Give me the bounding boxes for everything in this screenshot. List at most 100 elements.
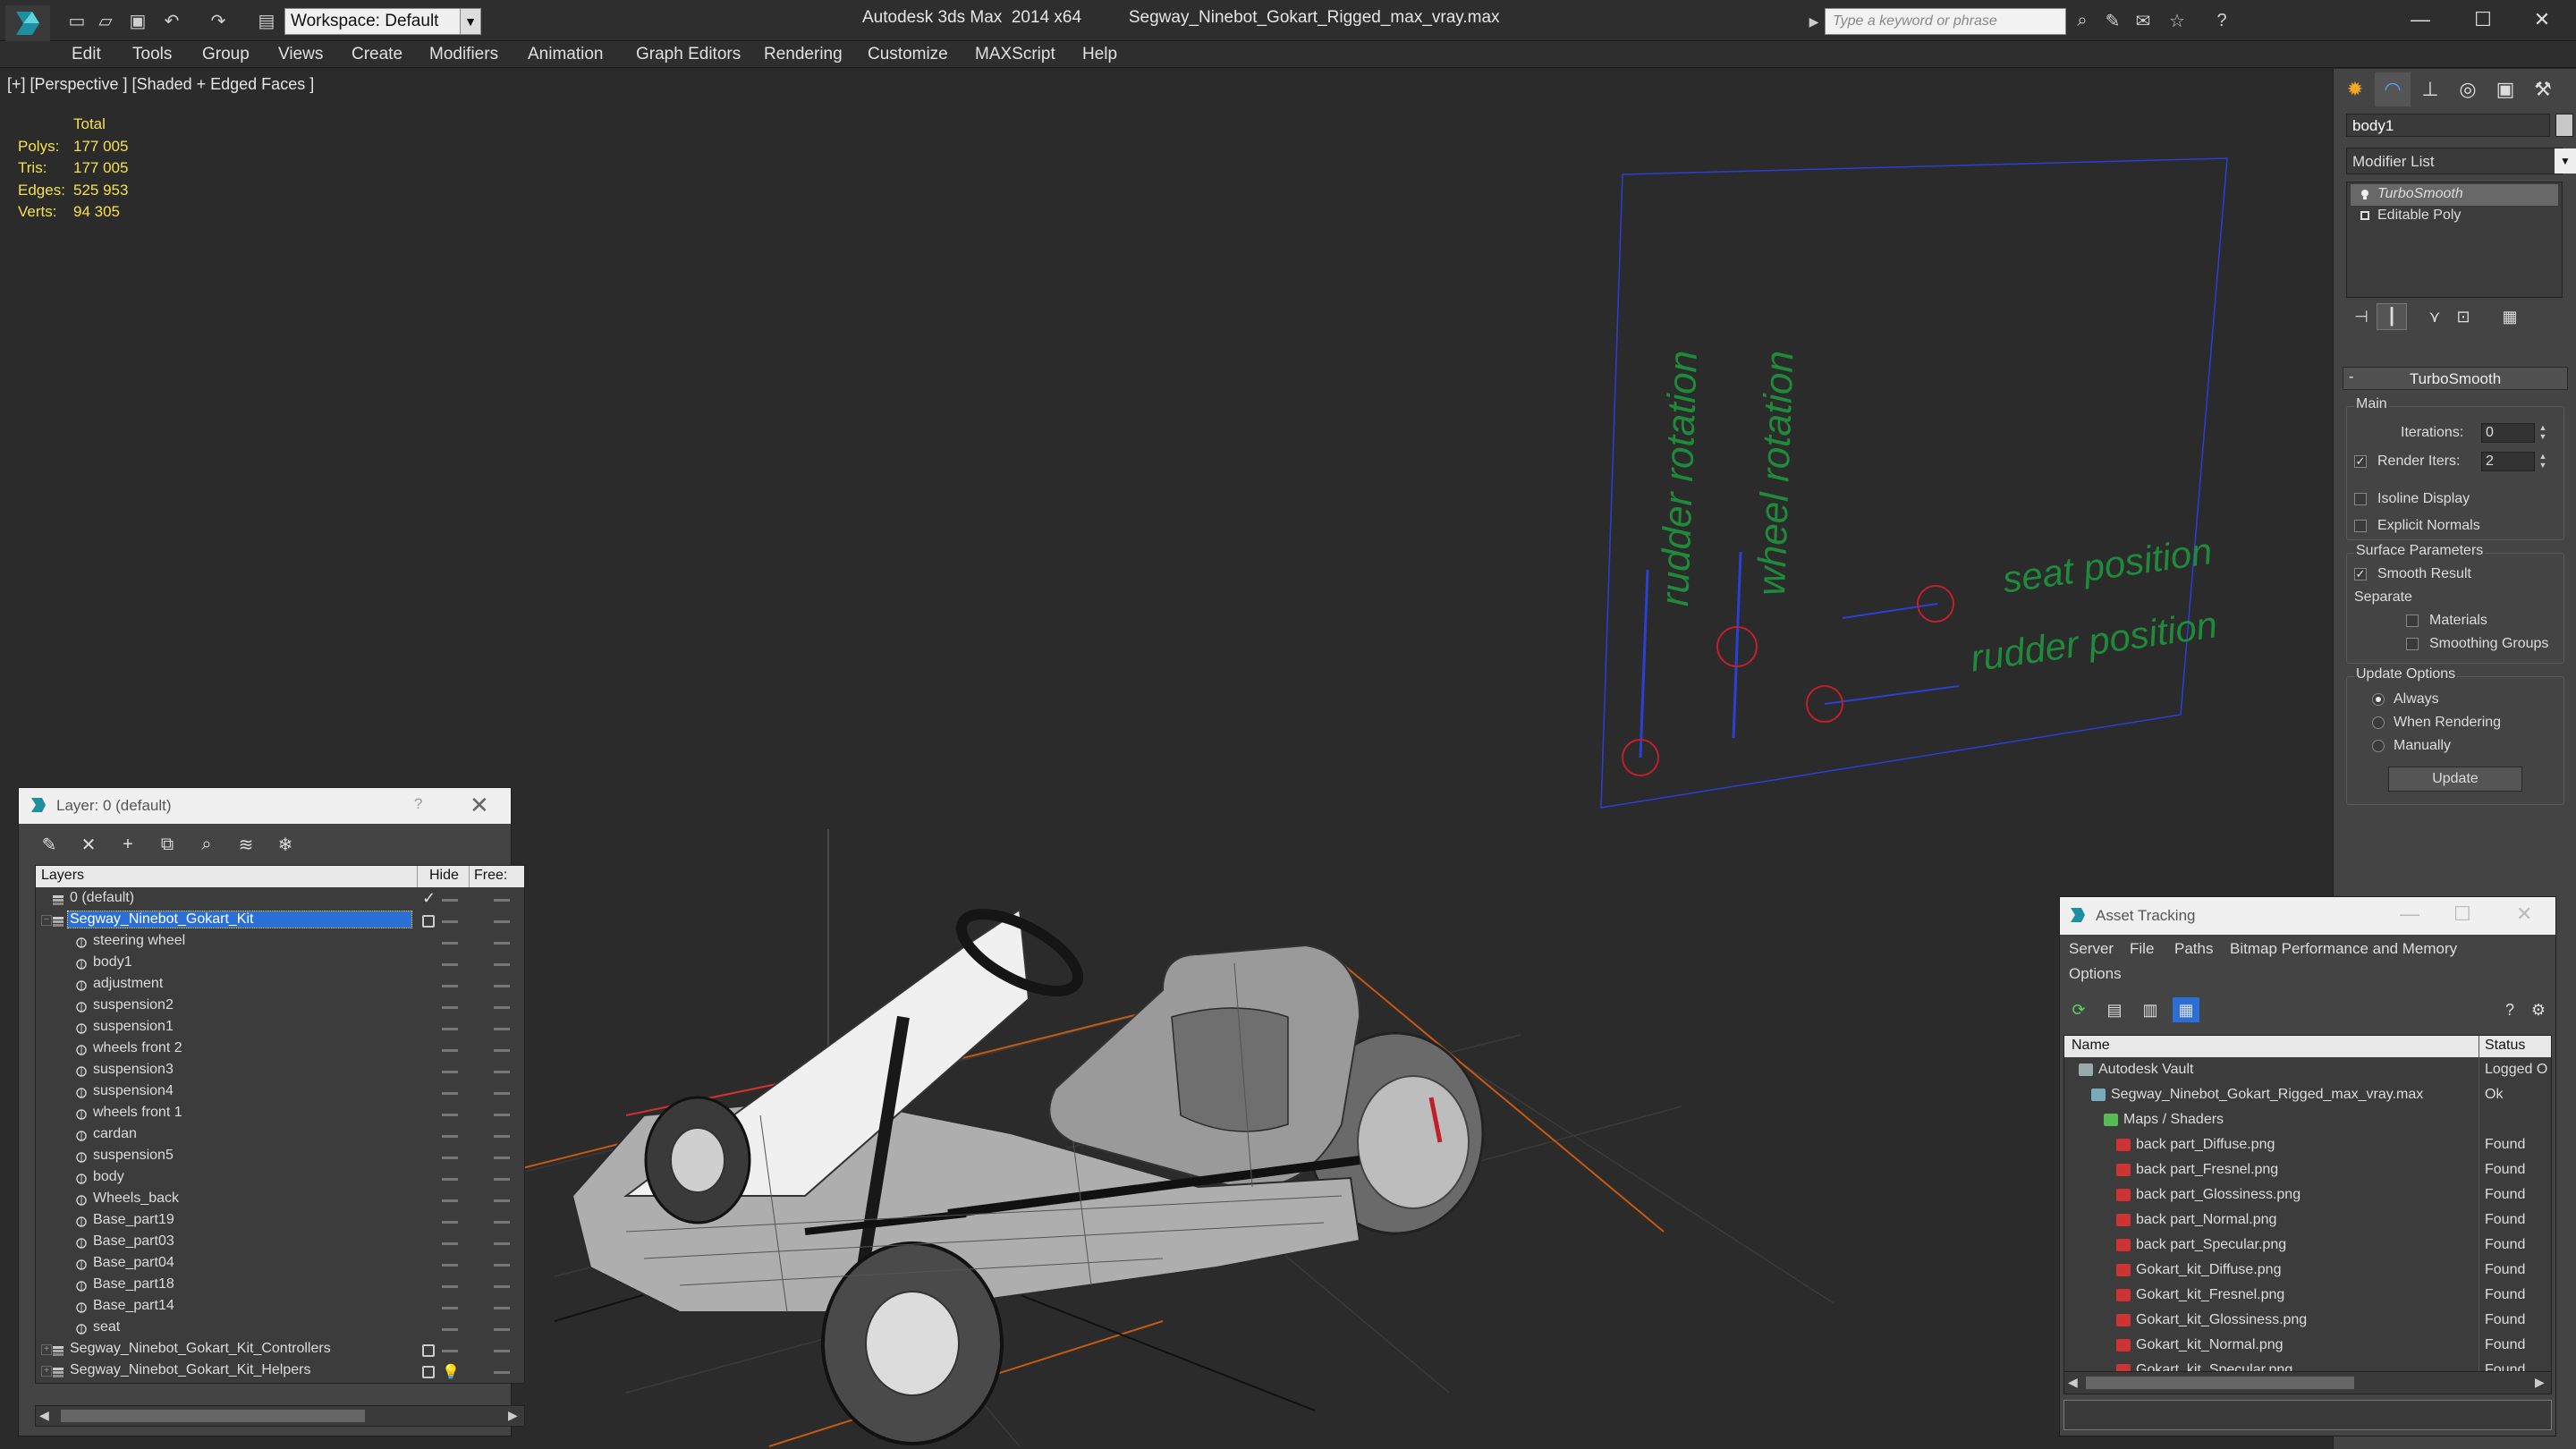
iterations-spinner[interactable]: 0 (2481, 423, 2535, 443)
maximize-button[interactable]: ☐ (2456, 4, 2510, 36)
hide-toggle[interactable] (442, 1221, 458, 1224)
menu-customize[interactable]: Customize (868, 45, 948, 64)
layer-row[interactable]: adjustment (36, 975, 524, 996)
search-input[interactable]: Type a keyword or phrase (1825, 8, 2066, 35)
scrollbar-thumb[interactable] (61, 1410, 365, 1422)
open-file-icon[interactable]: ▱ (93, 9, 118, 32)
freeze-toggle[interactable] (494, 985, 510, 987)
explicit-normals-checkbox[interactable] (2354, 520, 2367, 532)
hide-toggle[interactable] (442, 1178, 458, 1181)
asset-row[interactable]: Segway_Ninebot_Gokart_Rigged_max_vray.ma… (2064, 1084, 2551, 1106)
horizontal-scrollbar[interactable]: ◀ ▶ (35, 1405, 525, 1427)
layer-row[interactable]: seat (36, 1318, 524, 1340)
layer-row[interactable]: + Segway_Ninebot_Gokart_Kit_Helpers 💡 (36, 1361, 524, 1383)
lightbulb-icon[interactable] (2360, 189, 2370, 199)
layer-name[interactable]: wheels front 2 (91, 1040, 184, 1056)
asset-row[interactable]: Gokart_kit_Glossiness.png Found (2064, 1309, 2551, 1332)
layer-row[interactable]: suspension3 (36, 1061, 524, 1082)
current-layer-check-icon[interactable]: ✓ (422, 889, 436, 908)
spinner-arrows-icon[interactable]: ▲ ▼ (2537, 423, 2549, 443)
column-status[interactable]: Status (2485, 1038, 2525, 1054)
remove-modifier-icon[interactable]: ⊡ (2448, 303, 2479, 330)
asset-menu-server[interactable]: Server (2069, 940, 2114, 958)
freeze-toggle[interactable] (494, 1350, 510, 1352)
asset-row[interactable]: Maps / Shaders (2064, 1109, 2551, 1131)
stack-item-editable-poly[interactable]: Editable Poly (2351, 206, 2558, 227)
highlight-layer-icon[interactable]: ⌕ (194, 833, 219, 856)
hide-toggle[interactable] (442, 1264, 458, 1267)
menu-group[interactable]: Group (202, 45, 250, 64)
asset-row[interactable]: Gokart_kit_Normal.png Found (2064, 1335, 2551, 1357)
project-folder-icon[interactable]: ▤ (254, 9, 279, 32)
hide-toggle[interactable] (442, 1285, 458, 1288)
hide-toggle[interactable] (442, 899, 458, 902)
close-button[interactable]: ✕ (2515, 4, 2569, 36)
layer-dialog-titlebar[interactable]: Layer: 0 (default) ? ✕ (19, 788, 511, 824)
freeze-toggle[interactable] (494, 1114, 510, 1116)
expand-toggle-icon[interactable]: − (41, 915, 52, 926)
menu-views[interactable]: Views (278, 45, 323, 64)
rollout-header[interactable]: - TurboSmooth (2343, 367, 2568, 390)
manually-radio[interactable] (2372, 740, 2385, 752)
layer-row[interactable]: Base_part04 (36, 1254, 524, 1275)
freeze-toggle[interactable] (494, 1371, 510, 1374)
collapse-icon[interactable]: - (2349, 369, 2353, 386)
menu-graph-editors[interactable]: Graph Editors (636, 45, 741, 64)
asset-menu-paths[interactable]: Paths (2174, 940, 2213, 958)
asset-name[interactable]: Gokart_kit_Diffuse.png (2136, 1262, 2281, 1278)
asset-row[interactable]: Gokart_kit_Diffuse.png Found (2064, 1259, 2551, 1282)
asset-name[interactable]: back part_Glossiness.png (2136, 1187, 2301, 1203)
asset-name[interactable]: Autodesk Vault (2098, 1062, 2193, 1078)
layer-name[interactable]: Wheels_back (91, 1191, 181, 1207)
menu-edit[interactable]: Edit (72, 45, 101, 64)
layer-row[interactable]: + Segway_Ninebot_Gokart_Kit_Controllers (36, 1340, 524, 1361)
freeze-toggle[interactable] (494, 1135, 510, 1138)
hide-toggle[interactable] (442, 1114, 458, 1116)
layer-name[interactable]: cardan (91, 1126, 139, 1142)
render-iters-spinner[interactable]: 2 (2481, 452, 2535, 471)
always-radio[interactable] (2372, 693, 2385, 706)
modifier-stack[interactable]: TurboSmooth Editable Poly (2346, 182, 2563, 298)
object-color-swatch[interactable] (2555, 114, 2573, 137)
asset-row[interactable]: back part_Specular.png Found (2064, 1234, 2551, 1257)
layer-row[interactable]: Base_part18 (36, 1275, 524, 1297)
isoline-display-checkbox[interactable] (2354, 493, 2367, 505)
asset-dialog-titlebar[interactable]: Asset Tracking — ☐ ✕ (2060, 897, 2555, 935)
layer-row[interactable]: body1 (36, 953, 524, 975)
column-name[interactable]: Name (2072, 1038, 2110, 1054)
expand-toggle-icon[interactable]: + (41, 1344, 52, 1355)
layer-row[interactable]: Base_part14 (36, 1297, 524, 1318)
layer-name[interactable]: Base_part14 (91, 1298, 176, 1314)
asset-name[interactable]: Segway_Ninebot_Gokart_Rigged_max_vray.ma… (2111, 1087, 2423, 1103)
hierarchy-tab-icon[interactable]: ⊥ (2412, 72, 2448, 106)
freeze-toggle[interactable] (494, 1264, 510, 1267)
scrollbar-thumb[interactable] (2086, 1377, 2354, 1389)
layer-name[interactable]: suspension3 (91, 1062, 175, 1078)
layer-name[interactable]: wheels front 1 (91, 1105, 184, 1121)
asset-row[interactable]: back part_Diffuse.png Found (2064, 1134, 2551, 1157)
freeze-toggle[interactable] (494, 1178, 510, 1181)
help-icon[interactable]: ? (2209, 9, 2234, 32)
subscription-icon[interactable]: ✎ (2100, 9, 2125, 32)
asset-row[interactable]: back part_Glossiness.png Found (2064, 1184, 2551, 1207)
asset-name[interactable]: back part_Fresnel.png (2136, 1162, 2278, 1178)
options-icon[interactable]: ⚙ (2525, 997, 2552, 1022)
hide-toggle[interactable] (442, 985, 458, 987)
save-file-icon[interactable]: ▣ (125, 9, 150, 32)
layer-row[interactable]: suspension2 (36, 996, 524, 1018)
layer-name[interactable]: Segway_Ninebot_Gokart_Kit_Helpers (68, 1362, 312, 1378)
menu-help[interactable]: Help (1082, 45, 1117, 64)
workspace-select[interactable]: Workspace: Default (284, 8, 481, 35)
spinner-arrows-icon[interactable]: ▲ ▼ (2537, 452, 2549, 471)
freeze-toggle[interactable] (494, 963, 510, 966)
show-end-result-icon[interactable]: ┃ (2377, 303, 2407, 330)
hide-toggle[interactable] (442, 1049, 458, 1052)
hide-toggle[interactable] (442, 1199, 458, 1202)
layer-name[interactable]: Base_part04 (91, 1255, 176, 1271)
freeze-toggle[interactable] (494, 1071, 510, 1073)
render-iters-checkbox[interactable]: ✓ (2354, 455, 2367, 468)
layer-row[interactable]: suspension1 (36, 1018, 524, 1039)
grid-view-icon[interactable]: ▦ (2173, 997, 2199, 1022)
select-in-layer-icon[interactable]: ⧉ (155, 833, 180, 856)
minimize-button[interactable]: — (2394, 4, 2447, 36)
